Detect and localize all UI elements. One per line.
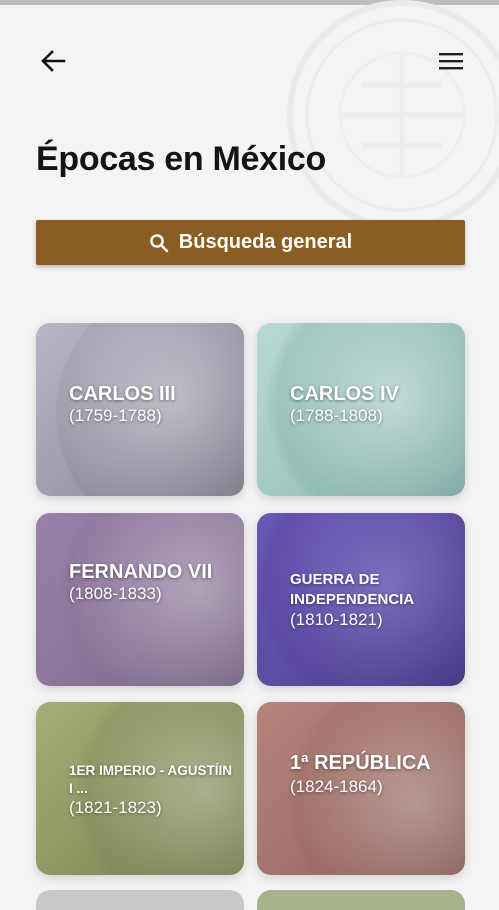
general-search-button[interactable]: Búsqueda general <box>36 220 465 265</box>
coin-seal-watermark <box>287 0 499 230</box>
era-card-carlos-iii[interactable]: CARLOS III (1759-1788) <box>36 323 244 496</box>
era-years: (1808-1833) <box>69 584 162 604</box>
next-card-peek-left <box>36 890 244 910</box>
era-card-1a-republica[interactable]: 1ª REPÚBLICA (1824-1864) <box>257 702 465 875</box>
era-name: FERNANDO VII <box>69 561 213 583</box>
era-name: 1ª REPÚBLICA <box>290 752 431 774</box>
era-card-guerra-de-independencia[interactable]: GUERRA DE INDEPENDENCIA (1810-1821) <box>257 513 465 686</box>
era-years: (1821-1823) <box>69 798 162 818</box>
era-name: CARLOS III <box>69 383 176 405</box>
arrow-left-icon <box>41 50 66 72</box>
back-button[interactable] <box>34 42 72 80</box>
next-card-peek-right <box>257 890 465 910</box>
page-title: Épocas en México <box>36 140 326 178</box>
era-card-fernando-vii[interactable]: FERNANDO VII (1808-1833) <box>36 513 244 686</box>
era-name: 1ER IMPERIO - AGUSTÍIN I ... <box>69 763 233 796</box>
hamburger-menu-icon <box>439 53 463 70</box>
era-name: GUERRA DE INDEPENDENCIA <box>290 571 415 608</box>
era-years: (1759-1788) <box>69 406 162 426</box>
era-card-1er-imperio[interactable]: 1ER IMPERIO - AGUSTÍIN I ... (1821-1823) <box>36 702 244 875</box>
era-card-carlos-iv[interactable]: CARLOS IV (1788-1808) <box>257 323 465 496</box>
era-years: (1810-1821) <box>290 610 383 629</box>
era-years: (1824-1864) <box>290 777 383 796</box>
search-icon <box>149 233 169 253</box>
search-label: Búsqueda general <box>178 231 353 253</box>
era-name: CARLOS IV <box>290 383 399 405</box>
menu-button[interactable] <box>432 42 470 80</box>
era-years: (1788-1808) <box>290 406 383 426</box>
